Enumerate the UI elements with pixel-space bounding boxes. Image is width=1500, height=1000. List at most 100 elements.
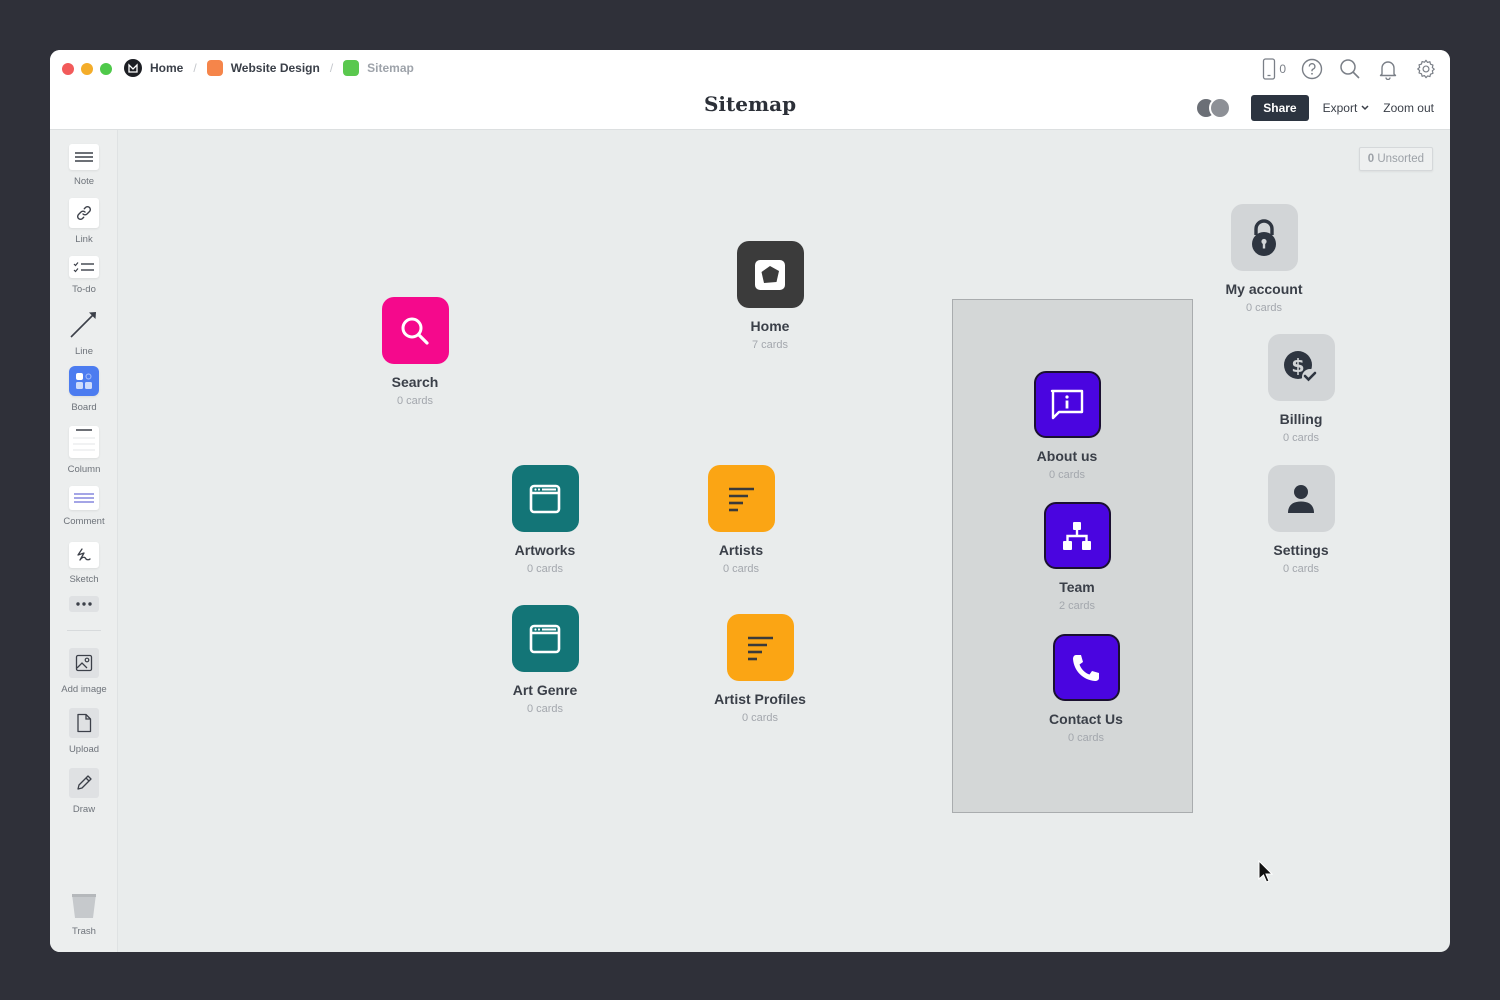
upload-icon [69,708,99,738]
card-title: Settings [1273,542,1329,558]
card-search[interactable]: Search 0 cards [345,297,485,407]
collaborator-avatars[interactable] [1195,97,1232,119]
share-button[interactable]: Share [1251,95,1309,121]
sidebar-divider [67,630,101,631]
org-chart-icon [1043,502,1111,569]
search-icon [381,297,449,364]
tool-more[interactable] [50,596,118,612]
card-count: 2 cards [1058,600,1096,612]
image-icon [69,648,99,678]
milanote-logo-icon [124,59,142,77]
avatar[interactable] [1209,97,1232,119]
tool-line[interactable]: Line [50,308,118,357]
breadcrumb-website-design[interactable]: Website Design [206,60,320,76]
card-artist-profiles[interactable]: Artist Profiles 0 cards [690,614,830,724]
tool-label: Column [67,464,101,475]
tool-trash[interactable]: Trash [50,892,118,937]
todo-icon [69,256,99,278]
app-window: Home / Website Design / Sitemap Sitemap … [50,50,1450,952]
tool-label: Link [75,234,93,245]
tool-label: Line [75,346,93,357]
card-count: 0 cards [1245,302,1283,314]
card-artists[interactable]: Artists 0 cards [671,465,811,575]
card-count: 0 cards [1282,432,1320,444]
breadcrumb-home[interactable]: Home [124,59,183,77]
link-icon [69,198,99,228]
card-home[interactable]: Home 7 cards [700,241,840,351]
tool-todo[interactable]: To-do [50,256,118,295]
tool-label: Upload [68,744,100,755]
header-actions: Share Export Zoom out [1195,95,1434,121]
card-title: Artworks [514,542,576,558]
card-title: About us [1036,448,1098,464]
help-icon[interactable] [1300,57,1324,81]
settings-gear-icon[interactable] [1414,57,1438,81]
card-contact-us[interactable]: Contact Us 0 cards [1016,634,1156,744]
tool-column[interactable]: Column [50,426,118,475]
card-billing[interactable]: $ Billing 0 cards [1231,334,1371,444]
svg-text:$: $ [1291,355,1304,377]
tool-label: To-do [72,284,96,295]
board-canvas[interactable]: 0 Unsorted Search 0 cards Home 7 cards A… [118,130,1450,952]
board-square-icon [206,60,223,76]
search-icon[interactable] [1338,57,1362,81]
zoom-out-button[interactable]: Zoom out [1383,101,1434,115]
card-art-genre[interactable]: Art Genre 0 cards [475,605,615,715]
more-icon [69,596,99,612]
export-button[interactable]: Export [1323,101,1370,115]
close-window-button[interactable] [62,63,74,75]
notifications-bell-icon[interactable] [1376,57,1400,81]
unsorted-button[interactable]: 0 Unsorted [1358,147,1433,171]
top-bar: Home / Website Design / Sitemap Sitemap … [50,50,1450,130]
card-title: My account [1225,281,1303,297]
card-about-us[interactable]: About us 0 cards [997,371,1137,481]
sketch-icon [69,542,99,568]
breadcrumb: Home / Website Design / Sitemap [124,59,414,77]
browser-window-icon [511,465,579,532]
board-square-icon [343,60,360,76]
tool-add-image[interactable]: Add image [50,648,118,695]
comment-icon [69,486,99,510]
browser-window-icon [511,605,579,672]
card-my-account[interactable]: My account 0 cards [1194,204,1334,314]
export-label: Export [1322,101,1358,115]
top-icons: 0 [1261,57,1438,81]
tool-link[interactable]: Link [50,198,118,245]
lock-icon [1230,204,1298,271]
breadcrumb-sitemap[interactable]: Sitemap [343,60,414,76]
text-lines-icon [726,614,794,681]
card-count: 0 cards [526,563,564,575]
column-icon [69,426,99,458]
card-count: 0 cards [741,712,779,724]
tool-label: Comment [63,516,105,527]
tool-note[interactable]: Note [50,144,118,187]
text-lines-icon [707,465,775,532]
tool-comment[interactable]: Comment [50,486,118,527]
tool-label: Add image [61,684,107,695]
mobile-devices-button[interactable]: 0 [1261,57,1286,81]
card-title: Artist Profiles [714,691,806,707]
note-icon [69,144,99,170]
minimize-window-button[interactable] [81,63,93,75]
info-message-icon [1033,371,1101,438]
tool-sketch[interactable]: Sketch [50,542,118,585]
unsorted-label: Unsorted [1377,153,1424,165]
mobile-device-icon [1261,57,1277,81]
breadcrumb-label: Sitemap [367,61,414,75]
tool-upload[interactable]: Upload [50,708,118,755]
card-count: 7 cards [751,339,789,351]
card-settings[interactable]: Settings 0 cards [1231,465,1371,575]
device-count: 0 [1279,62,1286,76]
card-artworks[interactable]: Artworks 0 cards [475,465,615,575]
maximize-window-button[interactable] [100,63,112,75]
user-icon [1267,465,1335,532]
card-title: Search [391,374,439,390]
breadcrumb-label: Home [150,61,184,75]
line-icon [69,308,99,340]
tool-board[interactable]: Board [50,366,118,413]
tool-sidebar: Note Link To-do Line Board Column Commen… [50,130,118,952]
card-team[interactable]: Team 2 cards [1007,502,1147,612]
tool-draw[interactable]: Draw [50,768,118,815]
breadcrumb-separator: / [193,61,197,75]
tool-label: Note [73,176,95,187]
